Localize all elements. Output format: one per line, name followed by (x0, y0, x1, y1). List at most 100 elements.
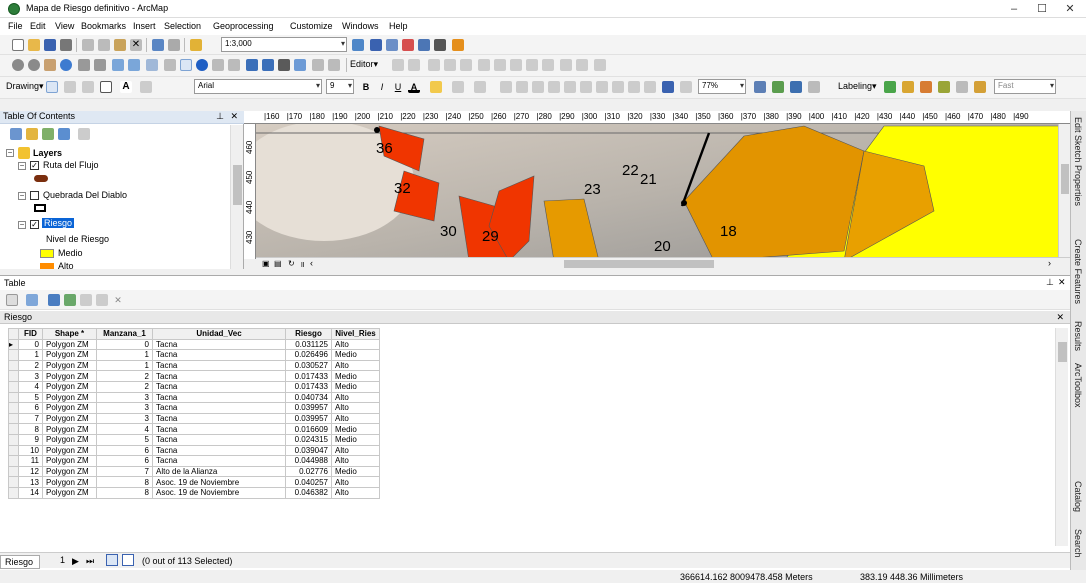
menu-windows[interactable]: Windows (342, 21, 379, 31)
table-row[interactable]: 9 Polygon ZM 5 Tacna 0.024315 Medio (8, 433, 380, 446)
layer-ruta-del-flujo[interactable]: Ruta del Flujo (43, 160, 99, 170)
table-cell[interactable]: 3 (96, 402, 153, 414)
table-cell[interactable]: Tacna (152, 349, 286, 361)
table-cell[interactable]: Medio (331, 423, 380, 435)
data-view-icon[interactable]: ▣ (262, 259, 270, 268)
table-cell[interactable]: 0.026496 (285, 349, 332, 361)
pan-icon[interactable] (44, 59, 56, 71)
table-cell[interactable]: 12 (18, 465, 43, 478)
align-icon[interactable] (564, 81, 576, 93)
row-selector[interactable] (8, 370, 19, 382)
row-selector[interactable] (8, 380, 19, 393)
show-selected-records-icon[interactable] (122, 554, 134, 566)
drawing-menu[interactable]: Drawing▾ (6, 81, 44, 92)
modelbuilder-icon[interactable] (452, 39, 464, 51)
table-cell[interactable]: Alto (331, 402, 380, 414)
maximize-button[interactable]: ☐ (1028, 0, 1056, 18)
paste-icon[interactable] (114, 39, 126, 51)
clear-table-selection-icon[interactable] (80, 294, 92, 306)
table-cell[interactable]: 7 (96, 465, 153, 478)
map-scroll-thumb[interactable] (564, 260, 714, 268)
related-tables-icon[interactable] (26, 294, 38, 306)
cut-polygons-icon[interactable] (510, 59, 522, 71)
table-cell[interactable]: 0.017433 (285, 380, 332, 393)
zoom-out-icon[interactable] (28, 59, 40, 71)
table-cell[interactable]: 6 (96, 444, 153, 457)
italic-icon[interactable]: I (376, 81, 388, 93)
table-cell[interactable]: 8 (18, 423, 43, 435)
menu-geoprocessing[interactable]: Geoprocessing (213, 21, 274, 31)
menu-selection[interactable]: Selection (164, 21, 201, 31)
minimize-button[interactable]: – (1000, 0, 1028, 18)
row-selector[interactable] (8, 433, 19, 446)
table-cell[interactable]: 8 (96, 486, 153, 499)
table-cell[interactable]: 0.017433 (285, 370, 332, 382)
table-row[interactable]: 1 Polygon ZM 1 Tacna 0.026496 Medio (8, 349, 380, 361)
select-by-attributes-icon[interactable] (48, 294, 60, 306)
table-row[interactable]: 7 Polygon ZM 3 Tacna 0.039957 Alto (8, 412, 380, 425)
table-cell[interactable]: 0.039957 (285, 412, 332, 425)
table-cell[interactable]: Asoc. 19 de Noviembre (152, 486, 286, 499)
table-cell[interactable]: Tacna (152, 423, 286, 435)
table-cell[interactable]: Alto (331, 476, 380, 488)
table-cell[interactable]: Medio (331, 380, 380, 393)
table-cell[interactable]: Polygon ZM (42, 338, 97, 351)
row-selector[interactable] (8, 455, 19, 467)
table-cell[interactable]: 6 (96, 455, 153, 467)
table-row[interactable]: 13 Polygon ZM 8 Asoc. 19 de Noviembre 0.0402… (8, 476, 380, 488)
table-cell[interactable]: 3 (96, 391, 153, 404)
table-cell[interactable]: 4 (18, 380, 43, 393)
row-selector[interactable]: ▸ (8, 338, 19, 351)
table-cell[interactable]: 7 (18, 412, 43, 425)
fill-color-icon[interactable] (430, 81, 442, 93)
table-row[interactable]: 2 Polygon ZM 1 Tacna 0.030527 Alto (8, 359, 380, 372)
table-cell[interactable]: 0.030527 (285, 359, 332, 372)
table-cell[interactable]: Alto (331, 338, 380, 351)
table-row[interactable]: 11 Polygon ZM 6 Tacna 0.044988 Alto (8, 455, 380, 467)
delete-selected-icon[interactable]: ✕ (112, 294, 124, 306)
table-cell[interactable]: Alto (331, 359, 380, 372)
select-elements-arrow-icon[interactable] (46, 81, 58, 93)
create-features-icon[interactable] (594, 59, 606, 71)
row-selector[interactable] (8, 465, 19, 478)
zoom-to-selected-rows-icon[interactable] (96, 294, 108, 306)
viewer-window-icon[interactable] (328, 59, 340, 71)
row-selector[interactable] (8, 349, 19, 361)
pause-drawing-icon[interactable]: ॥ (300, 259, 305, 269)
table-cell[interactable]: 13 (18, 476, 43, 488)
time-slider-icon[interactable] (312, 59, 324, 71)
table-cell[interactable]: 0 (18, 338, 43, 351)
find-route-icon[interactable] (262, 59, 274, 71)
line-color-icon[interactable] (452, 81, 464, 93)
col-unidad-vec[interactable]: Unidad_Vec (152, 328, 286, 340)
straight-segment-icon[interactable] (428, 59, 440, 71)
table-cell[interactable]: Polygon ZM (42, 412, 97, 425)
table-scroll-thumb[interactable] (1058, 342, 1067, 362)
layout-zoom-combo[interactable]: 77% ▾ (698, 79, 746, 94)
menu-bookmarks[interactable]: Bookmarks (81, 21, 126, 31)
full-extent-icon[interactable] (60, 59, 72, 71)
edit-sketch-properties-tab[interactable]: Edit Sketch Properties (1073, 117, 1083, 206)
toc-scrollbar[interactable] (230, 125, 243, 269)
current-record-field[interactable]: 1 (60, 555, 65, 565)
table-row[interactable]: 6 Polygon ZM 3 Tacna 0.039957 Alto (8, 402, 380, 414)
table-row[interactable]: 10 Polygon ZM 6 Tacna 0.039047 Alto (8, 444, 380, 457)
col-shape[interactable]: Shape * (42, 328, 97, 340)
row-selector-header[interactable] (8, 328, 19, 340)
order-icon[interactable] (532, 81, 544, 93)
table-cell[interactable]: Polygon ZM (42, 455, 97, 467)
endpoint-arc-icon[interactable] (444, 59, 456, 71)
row-selector[interactable] (8, 402, 19, 414)
expand-ruta-icon[interactable]: − (18, 162, 26, 170)
table-cell[interactable]: Alto (331, 391, 380, 404)
bold-icon[interactable]: B (360, 81, 372, 93)
table-cell[interactable]: Polygon ZM (42, 444, 97, 457)
ungroup-icon[interactable] (516, 81, 528, 93)
table-cell[interactable]: Polygon ZM (42, 423, 97, 435)
table-cell[interactable]: 3 (96, 412, 153, 425)
col-nivel-ries[interactable]: Nivel_Ries (331, 328, 380, 340)
table-cell[interactable]: 5 (18, 391, 43, 404)
group-icon[interactable] (500, 81, 512, 93)
table-cell[interactable]: 8 (96, 476, 153, 488)
table-cell[interactable]: Alto (331, 444, 380, 457)
